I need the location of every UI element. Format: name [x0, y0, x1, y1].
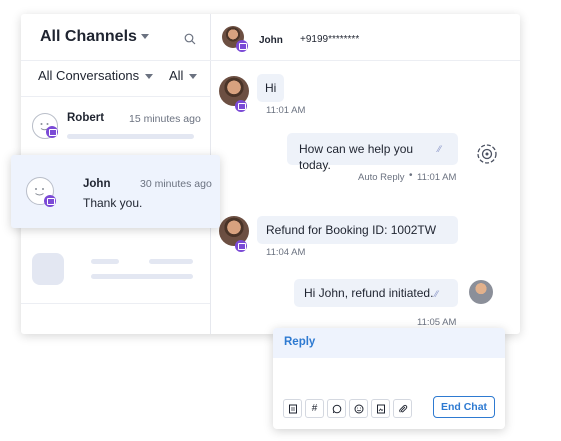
message-time: 11:01 AM — [266, 105, 306, 116]
message-time: 30 minutes ago — [140, 178, 212, 190]
chat-channel-badge-icon — [235, 240, 247, 252]
emoji-icon[interactable] — [349, 399, 368, 418]
auto-reply-label: Auto Reply — [358, 172, 405, 183]
search-icon[interactable] — [184, 33, 196, 45]
reply-tab-label: Reply — [284, 336, 316, 348]
preview-placeholder-bar — [67, 134, 194, 139]
message-time: 15 minutes ago — [129, 113, 201, 125]
outgoing-message: How can we help you today. — [287, 133, 458, 172]
conversation-item-john[interactable]: John 30 minutes ago Thank you. — [11, 155, 220, 228]
message-time: 11:05 AM — [417, 317, 457, 328]
end-chat-button[interactable]: End Chat — [433, 396, 495, 418]
reply-composer: Reply # End Chat — [273, 328, 505, 429]
chevron-down-icon — [189, 74, 198, 80]
conversation-filter-label: All Conversations — [38, 68, 140, 83]
chat-channel-badge-icon — [44, 195, 56, 207]
separator-dot: • — [409, 170, 413, 181]
chevron-down-icon — [145, 74, 154, 80]
sidebar-header: All Channels — [21, 14, 210, 61]
automation-bot-icon — [477, 144, 497, 164]
status-filter-label: All — [169, 68, 184, 83]
chevron-down-icon — [140, 34, 149, 40]
message-time: 11:04 AM — [266, 247, 306, 258]
reply-input[interactable] — [273, 358, 505, 394]
chat-channel-badge-icon — [235, 100, 247, 112]
filter-bar: All Conversations All — [21, 60, 210, 97]
message-text: How can we help you today. — [299, 142, 414, 172]
chat-channel-badge-icon — [236, 40, 248, 52]
time-placeholder-bar — [149, 259, 193, 264]
delivered-ticks-icon: ⁄⁄ — [438, 144, 442, 154]
name-placeholder-bar — [91, 259, 119, 264]
note-icon[interactable] — [283, 399, 302, 418]
conversation-item-skeleton — [21, 237, 210, 304]
incoming-message: Refund for Booking ID: 1002TW — [257, 216, 458, 244]
chat-header: John +9199******** — [210, 14, 520, 61]
contact-name: John — [83, 178, 111, 190]
avatar-placeholder — [32, 253, 64, 285]
channels-dropdown[interactable]: All Channels — [40, 28, 149, 46]
whatsapp-icon[interactable] — [327, 399, 346, 418]
reply-tab[interactable]: Reply — [273, 328, 505, 358]
header-contact-name: John — [259, 35, 283, 46]
message-preview: Thank you. — [83, 196, 143, 210]
delivered-ticks-icon: ⁄⁄ — [435, 289, 439, 299]
message-text: Refund for Booking ID: 1002TW — [266, 223, 437, 237]
agent-avatar — [469, 280, 493, 304]
message-text: Hi John, refund initiated. — [304, 286, 434, 300]
incoming-message: Hi — [257, 74, 285, 102]
conversation-filter-dropdown[interactable]: All Conversations — [38, 68, 154, 83]
composer-toolbar: # — [283, 399, 412, 418]
attachment-file-icon[interactable] — [371, 399, 390, 418]
outgoing-message: Hi John, refund initiated. — [294, 279, 458, 307]
contact-name: Robert — [67, 112, 105, 124]
status-filter-dropdown[interactable]: All — [169, 68, 198, 83]
channels-title: All Channels — [40, 28, 137, 45]
chat-channel-badge-icon — [46, 126, 58, 138]
preview-placeholder-bar — [91, 274, 193, 279]
header-contact-phone: +9199******** — [300, 34, 360, 45]
hash-icon[interactable]: # — [305, 399, 324, 418]
message-time: 11:01 AM — [417, 172, 457, 183]
paperclip-icon[interactable] — [393, 399, 412, 418]
